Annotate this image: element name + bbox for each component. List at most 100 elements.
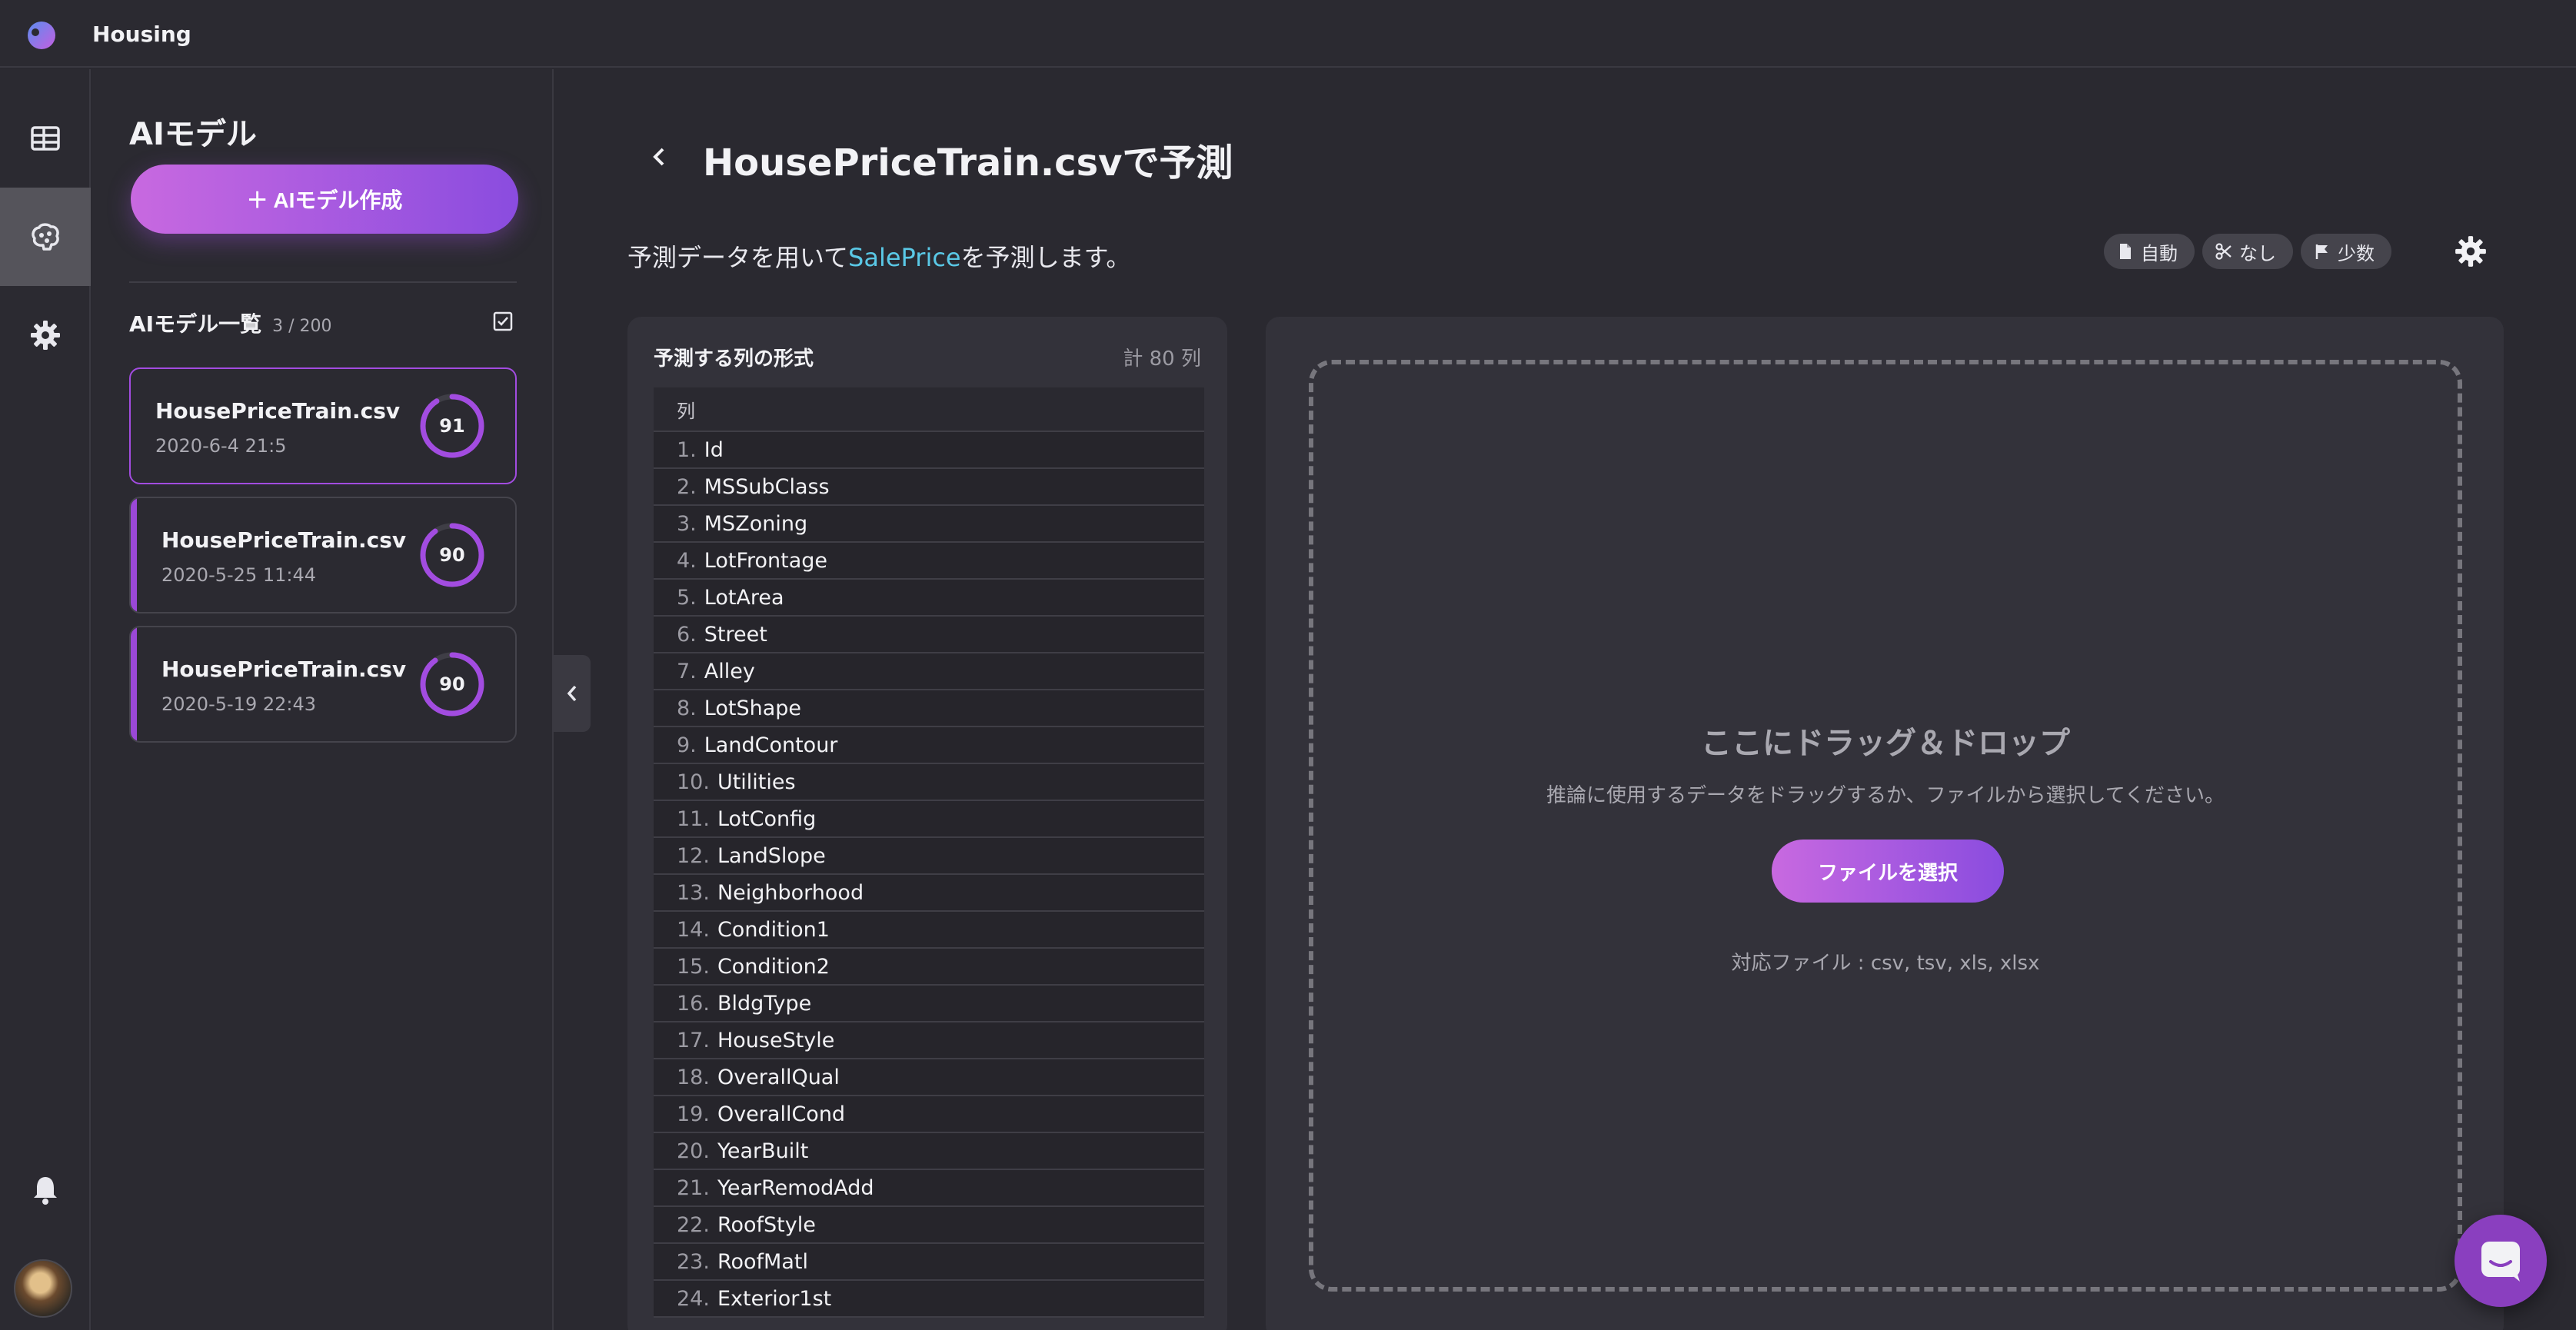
table-icon [31, 126, 60, 151]
row-number: 6. [677, 622, 697, 647]
file-icon [2120, 244, 2131, 259]
model-name: HousePriceTrain.csv [161, 527, 407, 553]
desc-suffix: を予測します。 [960, 243, 1131, 272]
column-name: LandSlope [717, 843, 826, 868]
row-number: 5. [677, 585, 697, 610]
row-number: 13. [677, 880, 710, 905]
scissors-icon [2215, 243, 2232, 260]
nav-settings-button[interactable] [0, 286, 91, 384]
table-row: 3. MSZoning [654, 506, 1204, 543]
top-bar: Housing [0, 0, 2576, 68]
chip-few[interactable]: 少数 [2301, 234, 2391, 269]
row-number: 15. [677, 954, 710, 979]
prediction-description: 予測データを用いてSalePriceを予測します。 [627, 238, 1130, 274]
model-card-2[interactable]: HousePriceTrain.csv 2020-5-19 22:43 90 [129, 626, 517, 743]
collapse-panel-button[interactable] [554, 655, 591, 732]
table-row: 16. BldgType [654, 986, 1204, 1022]
row-number: 14. [677, 917, 710, 942]
model-list-header: AIモデル一覧 3 / 200 [129, 308, 331, 338]
card-accent [131, 498, 137, 612]
target-column-link[interactable]: SalePrice [848, 243, 961, 272]
column-name: Street [704, 622, 767, 647]
column-name: Utilities [717, 770, 796, 794]
table-row: 8. LotShape [654, 690, 1204, 727]
icon-rail [0, 69, 91, 1330]
table-row: 12. LandSlope [654, 838, 1204, 875]
model-card-1[interactable]: HousePriceTrain.csv 2020-5-25 11:44 90 [129, 497, 517, 613]
table-row: 11. LotConfig [654, 801, 1204, 838]
model-card-0[interactable]: HousePriceTrain.csv 2020-6-4 21:5 91 [129, 367, 517, 484]
row-number: 19. [677, 1102, 710, 1126]
column-name: MSZoning [704, 511, 808, 536]
app-title: Housing [92, 22, 191, 47]
row-number: 23. [677, 1249, 710, 1274]
brain-icon [32, 223, 59, 251]
row-number: 8. [677, 696, 697, 720]
model-score: 90 [439, 673, 465, 695]
row-number: 1. [677, 437, 697, 462]
nav-ai-model-button[interactable] [0, 188, 91, 286]
column-name: HouseStyle [717, 1028, 835, 1052]
table-row: 9. LandContour [654, 727, 1204, 764]
back-button-icon[interactable] [646, 143, 674, 171]
table-row: 22. RoofStyle [654, 1207, 1204, 1244]
row-number: 24. [677, 1286, 710, 1311]
column-name: RoofMatl [717, 1249, 808, 1274]
select-file-button[interactable]: ファイルを選択 [1772, 840, 2004, 903]
column-name: Neighborhood [717, 880, 864, 905]
table-row: 19. OverallCond [654, 1096, 1204, 1133]
column-name: Condition1 [717, 917, 830, 942]
model-name: HousePriceTrain.csv [155, 398, 401, 424]
row-number: 17. [677, 1028, 710, 1052]
table-row: 14. Condition1 [654, 912, 1204, 949]
table-row: 23. RoofMatl [654, 1244, 1204, 1281]
row-number: 9. [677, 733, 697, 757]
model-list-count: 3 / 200 [272, 317, 332, 336]
table-row: 6. Street [654, 617, 1204, 653]
drop-zone[interactable]: ここにドラッグ＆ドロップ 推論に使用するデータをドラッグするか、ファイルから選択… [1309, 360, 2462, 1292]
column-name: LotShape [704, 696, 801, 720]
checkbox-select-icon[interactable] [492, 311, 514, 332]
prediction-columns-card: 予測する列の形式 計 80 列 列 1. Id 2. MSSubClass 3. MSZo… [627, 317, 1227, 1330]
columns-table[interactable]: 列 1. Id 2. MSSubClass 3. MSZoning 4. LotFrontag… [654, 387, 1204, 1318]
model-score: 90 [439, 544, 465, 566]
chip-none[interactable]: なし [2202, 234, 2293, 269]
column-name: Condition2 [717, 954, 830, 979]
table-row: 18. OverallQual [654, 1059, 1204, 1096]
column-name: LotFrontage [704, 548, 828, 573]
settings-gear-icon[interactable] [2453, 234, 2488, 269]
model-list-title: AIモデル一覧 [129, 311, 262, 337]
model-list-panel: AIモデル ＋ AIモデル作成 AIモデル一覧 3 / 200 HousePric… [92, 69, 554, 1330]
create-ai-model-button[interactable]: ＋ AIモデル作成 [131, 165, 518, 234]
chip-auto[interactable]: 自動 [2104, 234, 2195, 269]
desc-prefix: 予測データを用いて [627, 243, 849, 272]
drop-subtitle: 推論に使用するデータをドラッグするか、ファイルから選択してください。 [1546, 784, 2225, 807]
chip-label: なし [2239, 242, 2276, 264]
model-name: HousePriceTrain.csv [161, 657, 407, 682]
column-name: OverallQual [717, 1065, 840, 1089]
row-number: 2. [677, 474, 697, 499]
column-name: Alley [704, 659, 755, 683]
file-drop-card: ここにドラッグ＆ドロップ 推論に使用するデータをドラッグするか、ファイルから選択… [1266, 317, 2504, 1330]
chip-label: 少数 [2338, 242, 2375, 264]
user-avatar[interactable] [14, 1259, 72, 1318]
bell-icon [34, 1177, 57, 1205]
notifications-button[interactable] [0, 1141, 91, 1239]
table-row: 13. Neighborhood [654, 875, 1204, 912]
table-row: 17. HouseStyle [654, 1022, 1204, 1059]
app-logo-icon[interactable] [25, 18, 58, 52]
chat-support-button[interactable] [2455, 1215, 2547, 1307]
table-row: 24. Exterior1st [654, 1281, 1204, 1318]
columns-title: 予測する列の形式 [654, 347, 814, 371]
option-chips: 自動 なし 少数 [2104, 234, 2391, 269]
column-name: RoofStyle [717, 1212, 816, 1237]
chip-label: 自動 [2141, 242, 2178, 264]
table-row: 2. MSSubClass [654, 469, 1204, 506]
nav-table-button[interactable] [0, 89, 91, 188]
row-number: 22. [677, 1212, 710, 1237]
panel-title: AIモデル [129, 117, 257, 152]
row-number: 10. [677, 770, 710, 794]
drop-title: ここにドラッグ＆ドロップ [1701, 726, 2070, 761]
column-name: YearBuilt [717, 1139, 809, 1163]
columns-total: 計 80 列 [1123, 347, 1201, 371]
